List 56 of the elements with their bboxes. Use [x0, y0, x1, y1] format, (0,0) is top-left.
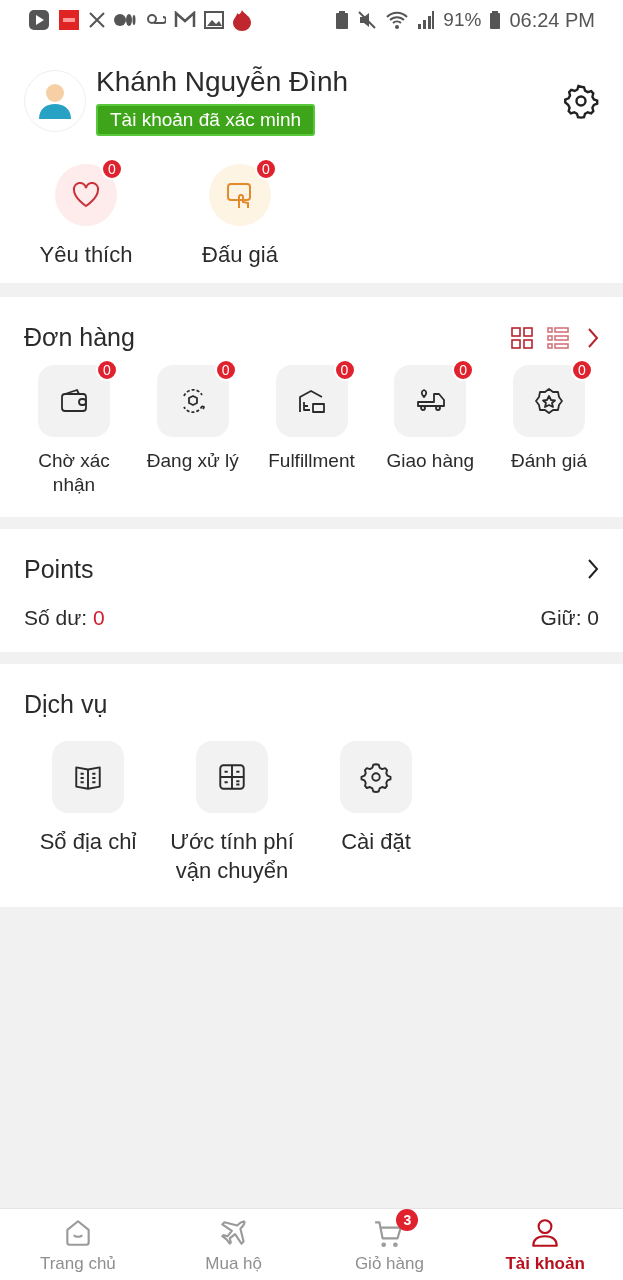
signal-icon	[417, 10, 436, 30]
settings-icon	[360, 761, 392, 793]
chevron-right-icon[interactable]	[587, 558, 599, 581]
service-label[interactable]: Sổ địa chỉ	[39, 827, 137, 856]
service-label[interactable]: Cài đặt	[341, 827, 411, 856]
section-title: Dịch vụ	[24, 688, 109, 720]
shortcut-label[interactable]: Yêu thích	[39, 238, 133, 271]
shortcut-label[interactable]: Đấu giá	[202, 238, 278, 271]
battery-percentage: 91%	[443, 7, 482, 32]
x-app-icon	[88, 11, 106, 29]
play-app-icon	[28, 9, 50, 31]
count-badge: 0	[101, 158, 123, 180]
section-title: Đơn hàng	[24, 322, 136, 353]
order-status-button[interactable]	[513, 364, 585, 437]
count-badge: 0	[571, 358, 593, 381]
count-badge: 0	[333, 358, 356, 381]
count-badge: 0	[214, 358, 237, 381]
order-status-label[interactable]: Đánh giá	[510, 448, 588, 473]
order-status-button[interactable]	[38, 364, 110, 437]
service-button[interactable]	[340, 741, 412, 813]
count-badge: 3	[396, 1209, 419, 1231]
list-view-icon[interactable]	[547, 326, 569, 349]
heart-icon	[71, 181, 101, 209]
verified-badge: Tài khoản đã xác minh	[96, 104, 316, 136]
clock-time: 06:24 PM	[509, 8, 595, 33]
battery-saver-icon	[335, 10, 350, 30]
grid-view-icon[interactable]	[511, 326, 533, 349]
order-status-label[interactable]: Giao hàng	[386, 448, 475, 473]
calculator-icon	[216, 761, 248, 793]
chevron-right-icon[interactable]	[587, 326, 599, 349]
mail-app-icon	[174, 11, 196, 29]
wifi-icon	[385, 10, 410, 30]
held-points: Giữ: 0	[540, 605, 599, 631]
mute-icon	[357, 10, 378, 30]
user-name: Khánh Nguyễn Đình	[96, 66, 350, 98]
battery-icon	[489, 10, 502, 30]
star-badge-icon	[533, 385, 565, 416]
nav-tab[interactable]: 3 Giỏ hàng	[311, 1209, 468, 1280]
dots-app-icon	[114, 13, 136, 27]
order-status-button[interactable]	[275, 364, 348, 437]
count-badge: 0	[255, 158, 277, 180]
order-status-label[interactable]: Đang xử lý	[146, 448, 239, 473]
nav-tab[interactable]: Tài khoản	[467, 1209, 623, 1280]
news-app-icon	[58, 9, 80, 31]
order-status-label[interactable]: Chờ xác nhận	[16, 448, 132, 497]
service-label[interactable]: Ước tính phí vận chuyển	[160, 827, 304, 885]
service-button[interactable]	[196, 741, 268, 813]
count-badge: 0	[96, 358, 118, 381]
order-status-button[interactable]	[394, 364, 467, 437]
balance-text: Số dư: 0	[24, 605, 105, 631]
image-icon	[204, 11, 224, 29]
service-button[interactable]	[52, 741, 124, 813]
section-title: Points	[24, 553, 94, 585]
settings-icon[interactable]	[563, 83, 599, 119]
count-badge: 0	[452, 358, 475, 381]
order-status-label[interactable]: Fulfillment	[268, 448, 355, 473]
